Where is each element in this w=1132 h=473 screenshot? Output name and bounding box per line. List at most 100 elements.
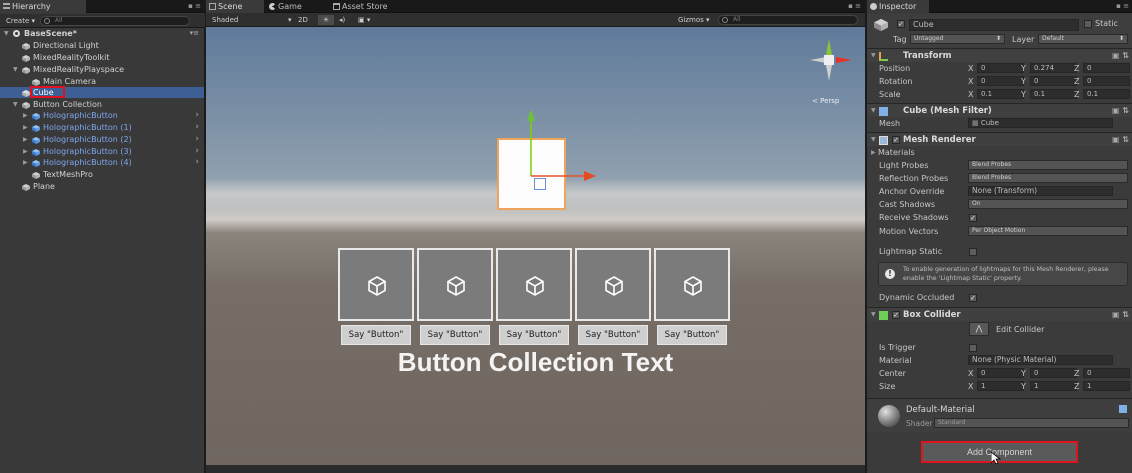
scene-menu-icon[interactable]: ▾≡	[190, 28, 199, 39]
transform-header[interactable]: ▼ Transform ▣ ⇅	[867, 48, 1132, 62]
holographic-button-panel[interactable]	[417, 248, 493, 321]
cast-shadows-dropdown[interactable]: On	[968, 199, 1128, 209]
shading-mode-dropdown[interactable]: Shaded	[212, 15, 238, 25]
persp-label[interactable]: < Persp	[812, 97, 839, 105]
hierarchy-item-mixedrealityplayspace[interactable]: ▼ MixedRealityPlayspace	[0, 64, 204, 75]
button-collection-text[interactable]: Button Collection Text	[206, 347, 865, 378]
scene-viewport[interactable]: < Persp Say "Button" Say "Button" Say "B…	[206, 27, 865, 465]
collapse-arrow-icon[interactable]: ▶	[23, 146, 28, 157]
lighting-toggle-icon[interactable]: ☀	[318, 15, 334, 25]
hierarchy-search-input[interactable]: All	[40, 16, 190, 26]
say-button-label[interactable]: Say "Button"	[420, 325, 490, 345]
holographic-button-panel[interactable]	[496, 248, 572, 321]
rotation-x-field[interactable]: 0	[977, 76, 1024, 86]
component-menu-icon[interactable]: ▣ ⇅	[1112, 133, 1130, 144]
center-x-field[interactable]: 0	[977, 368, 1024, 378]
chevron-right-icon[interactable]: ›	[195, 134, 199, 145]
chevron-right-icon[interactable]: ›	[195, 122, 199, 133]
orientation-gizmo[interactable]	[806, 35, 858, 85]
move-gizmo[interactable]	[516, 103, 636, 183]
chevron-right-icon[interactable]: ›	[195, 146, 199, 157]
scene-search-input[interactable]: All	[718, 15, 858, 25]
hierarchy-item-button-collection[interactable]: ▼ Button Collection	[0, 99, 204, 110]
hierarchy-item-plane[interactable]: Plane	[0, 181, 204, 192]
toggle-2d-button[interactable]: 2D	[298, 15, 308, 25]
tab-inspector[interactable]: Inspector	[867, 0, 929, 13]
scale-x-field[interactable]: 0.1	[977, 89, 1024, 99]
object-name-field[interactable]: Cube	[909, 19, 1079, 31]
collapse-arrow-icon[interactable]: ▶	[23, 134, 28, 145]
edit-collider-button[interactable]: ⋀	[969, 322, 989, 336]
receive-shadows-checkbox[interactable]: ✓	[969, 214, 977, 222]
mesh-filter-header[interactable]: ▼ Cube (Mesh Filter) ▣ ⇅	[867, 103, 1132, 117]
anchor-override-field[interactable]: None (Transform)	[968, 186, 1113, 196]
materials-row[interactable]: ▶ Materials	[867, 146, 1132, 159]
size-y-field[interactable]: 1	[1030, 381, 1077, 391]
say-button-label[interactable]: Say "Button"	[657, 325, 727, 345]
physic-material-field[interactable]: None (Physic Material)	[968, 355, 1113, 365]
collapse-arrow-icon[interactable]: ▶	[23, 110, 28, 121]
effects-toggle-icon[interactable]: ▣ ▾	[358, 15, 370, 25]
center-z-field[interactable]: 0	[1083, 368, 1130, 378]
tab-asset-store[interactable]: Asset Store	[330, 0, 410, 13]
component-menu-icon[interactable]: ▣ ⇅	[1112, 49, 1130, 60]
panel-menu-icon[interactable]: ▪ ≡	[1116, 2, 1129, 10]
panel-menu-icon[interactable]: ▪ ≡	[188, 2, 201, 10]
component-menu-icon[interactable]: ▣ ⇅	[1112, 104, 1130, 115]
mesh-renderer-header[interactable]: ▼ ✓ Mesh Renderer ▣ ⇅	[867, 132, 1132, 146]
chevron-right-icon[interactable]: ›	[195, 110, 199, 121]
position-x-field[interactable]: 0	[977, 63, 1024, 73]
size-z-field[interactable]: 1	[1083, 381, 1130, 391]
position-y-field[interactable]: 0.274	[1030, 63, 1077, 73]
size-x-field[interactable]: 1	[977, 381, 1024, 391]
reflection-probes-dropdown[interactable]: Blend Probes	[968, 173, 1128, 183]
dynamic-occluded-checkbox[interactable]: ✓	[969, 294, 977, 302]
position-z-field[interactable]: 0	[1083, 63, 1130, 73]
audio-toggle-icon[interactable]: ◂)	[339, 15, 345, 25]
shader-dropdown[interactable]: Standard	[934, 418, 1129, 428]
light-probes-dropdown[interactable]: Blend Probes	[968, 160, 1128, 170]
create-dropdown[interactable]: Create ▾	[6, 16, 35, 26]
panel-menu-icon[interactable]: ▪ ≡	[848, 2, 861, 10]
hierarchy-item-directional-light[interactable]: Directional Light	[0, 40, 204, 51]
material-help-icon[interactable]	[1119, 405, 1127, 413]
expand-arrow-icon[interactable]: ▼	[13, 99, 18, 110]
layer-dropdown[interactable]: Default ⬍	[1038, 34, 1128, 44]
tab-game[interactable]: Game	[266, 0, 328, 13]
collapse-arrow-icon[interactable]: ▶	[23, 157, 28, 168]
tag-dropdown[interactable]: Untagged ⬍	[910, 34, 1005, 44]
tab-scene[interactable]: Scene	[206, 0, 264, 13]
hierarchy-item-holographicbutton-3[interactable]: ▶ HolographicButton (3) ›	[0, 146, 204, 157]
mesh-object-field[interactable]: ▦ Cube	[968, 118, 1113, 128]
rotation-y-field[interactable]: 0	[1030, 76, 1077, 86]
rotation-z-field[interactable]: 0	[1083, 76, 1130, 86]
hierarchy-item-holographicbutton-4[interactable]: ▶ HolographicButton (4) ›	[0, 157, 204, 168]
mesh-renderer-enabled-checkbox[interactable]: ✓	[892, 136, 900, 144]
shading-arrow-icon[interactable]: ▾	[288, 15, 292, 25]
motion-vectors-dropdown[interactable]: Per Object Motion	[968, 226, 1128, 236]
box-collider-enabled-checkbox[interactable]: ✓	[892, 311, 900, 319]
material-section[interactable]: Default-Material Shader Standard	[867, 398, 1132, 432]
holographic-button-panel[interactable]	[575, 248, 651, 321]
scale-y-field[interactable]: 0.1	[1030, 89, 1077, 99]
tab-hierarchy[interactable]: Hierarchy	[0, 0, 86, 13]
collapse-arrow-icon[interactable]: ▶	[23, 122, 28, 133]
chevron-right-icon[interactable]: ›	[195, 157, 199, 168]
scale-z-field[interactable]: 0.1	[1083, 89, 1130, 99]
scene-root-row[interactable]: ▼ BaseScene* ▾≡	[0, 28, 204, 39]
say-button-label[interactable]: Say "Button"	[341, 325, 411, 345]
say-button-label[interactable]: Say "Button"	[578, 325, 648, 345]
hierarchy-item-holographicbutton[interactable]: ▶ HolographicButton ›	[0, 110, 204, 121]
box-collider-header[interactable]: ▼ ✓ Box Collider ▣ ⇅	[867, 307, 1132, 321]
active-checkbox[interactable]: ✓	[897, 20, 905, 28]
gizmos-dropdown[interactable]: Gizmos ▾	[678, 15, 710, 25]
center-y-field[interactable]: 0	[1030, 368, 1077, 378]
hierarchy-item-textmeshpro[interactable]: TextMeshPro	[0, 169, 204, 180]
holographic-button-panel[interactable]	[338, 248, 414, 321]
say-button-label[interactable]: Say "Button"	[499, 325, 569, 345]
static-checkbox[interactable]	[1084, 20, 1092, 28]
lightmap-static-checkbox[interactable]	[969, 248, 977, 256]
component-menu-icon[interactable]: ▣ ⇅	[1112, 308, 1130, 319]
holographic-button-panel[interactable]	[654, 248, 730, 321]
hierarchy-item-holographicbutton-2[interactable]: ▶ HolographicButton (2) ›	[0, 134, 204, 145]
